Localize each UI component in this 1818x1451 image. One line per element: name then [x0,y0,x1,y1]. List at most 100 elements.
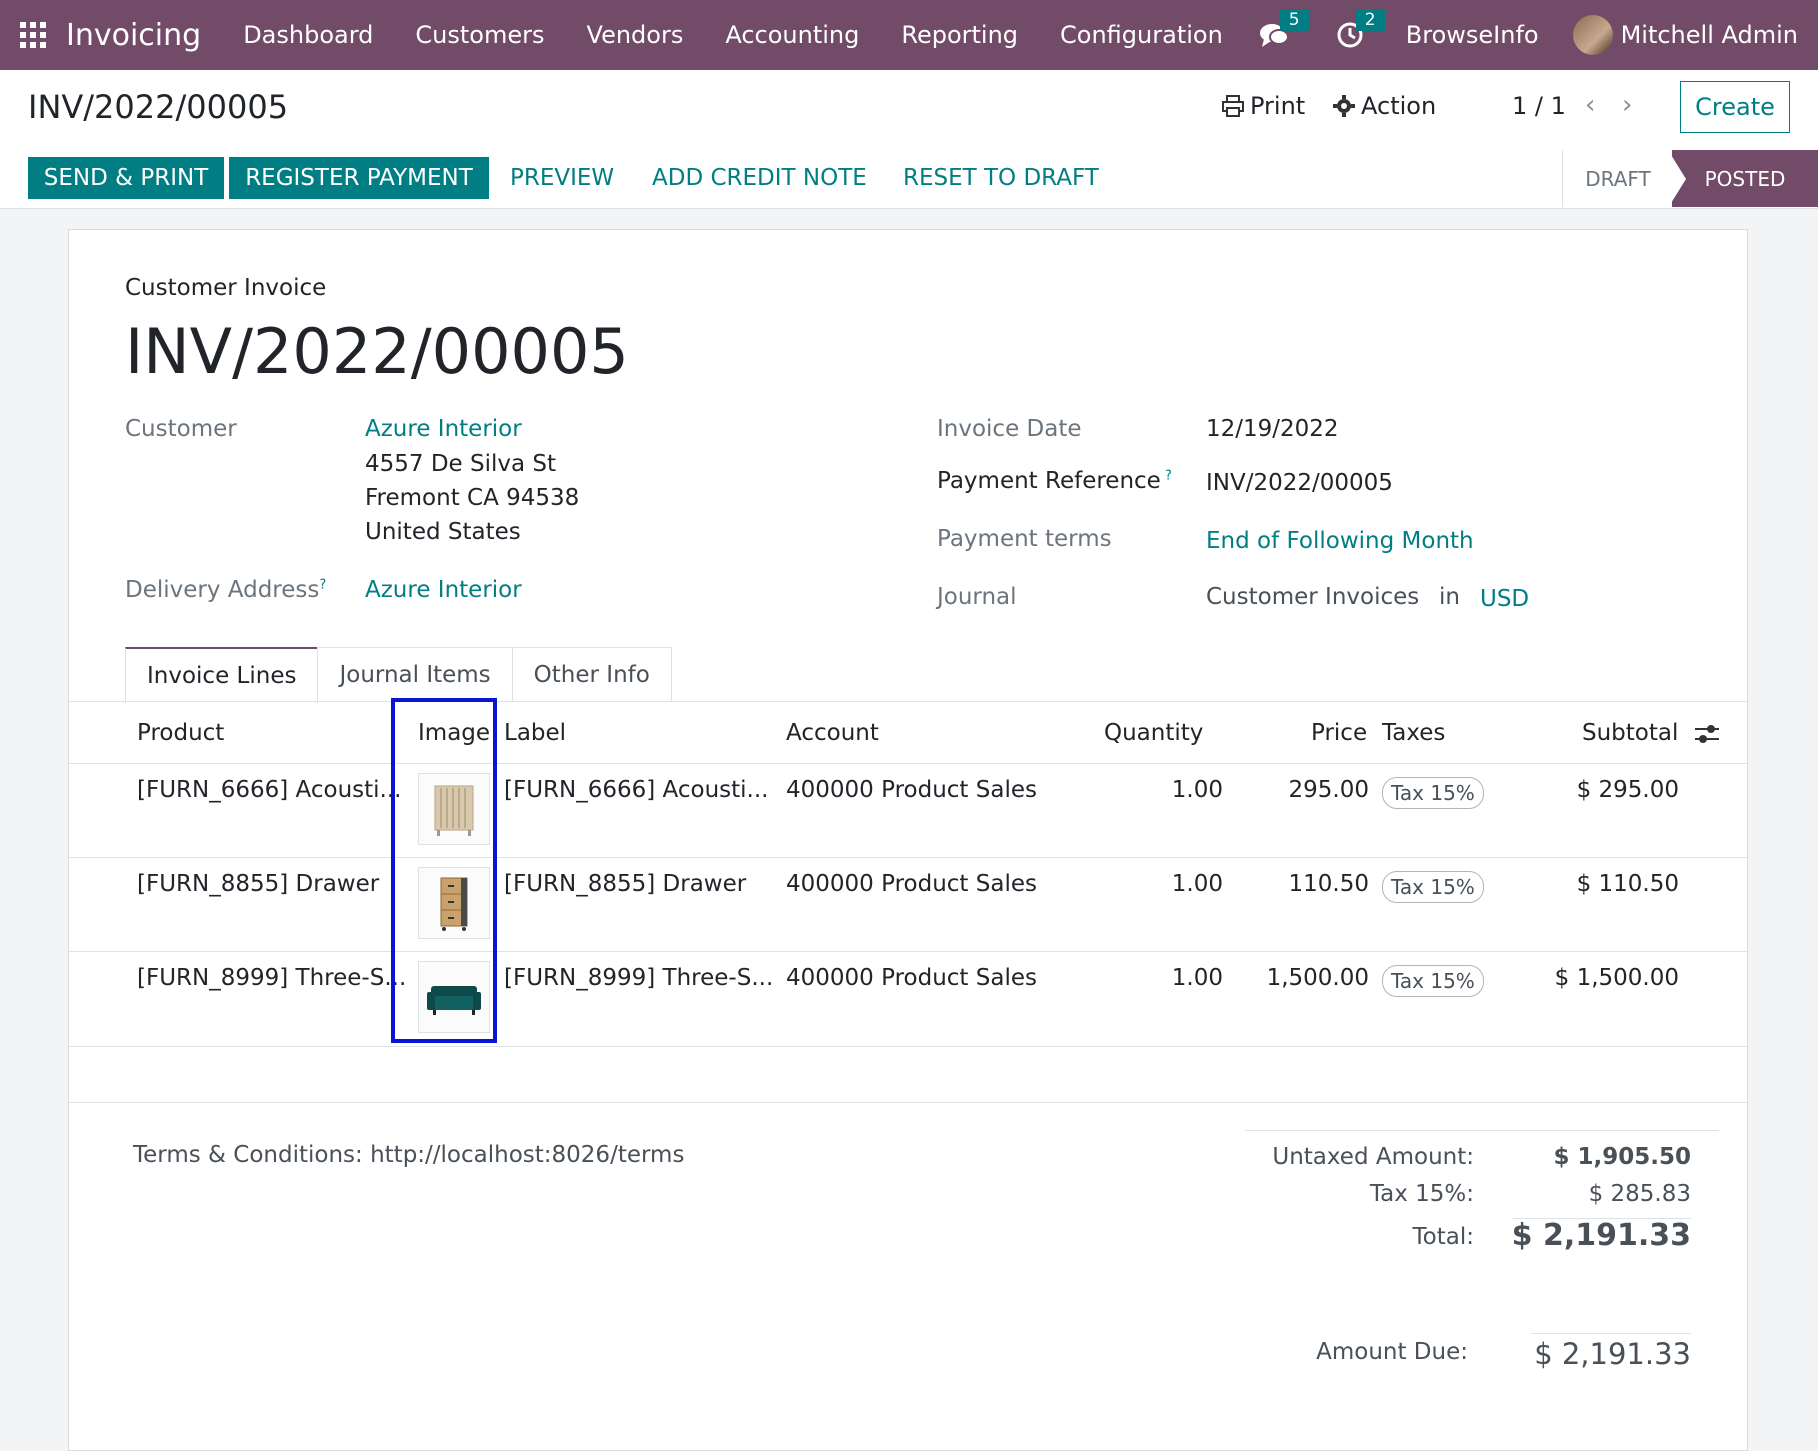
user-menu[interactable]: Mitchell Admin [1621,21,1798,49]
address-line-2: Fremont CA 94538 [365,485,580,511]
messages-button[interactable]: 5 [1254,9,1309,55]
row-3-price[interactable]: 1,500.00 [1249,965,1369,991]
total-value: $ 2,191.33 [1511,1218,1691,1253]
invoice-date-field[interactable]: 12/19/2022 [1206,416,1339,442]
row-3-label[interactable]: [FURN_8999] Three-S... [504,965,773,991]
column-settings-icon[interactable] [1694,722,1720,746]
row-separator [69,857,1747,858]
tax-value: $ 285.83 [1588,1181,1691,1207]
row-1-account[interactable]: 400000 Product Sales [786,777,1037,803]
stage-draft[interactable]: DRAFT [1562,150,1673,207]
amount-due-line [1531,1333,1691,1334]
menu-dashboard[interactable]: Dashboard [243,21,373,49]
row-separator [69,1046,1747,1047]
row-3-quantity[interactable]: 1.00 [1099,965,1223,991]
journal-field[interactable]: Customer Invoices [1206,584,1419,610]
action-button[interactable]: Action [1333,92,1436,120]
row-3-tax-tag[interactable]: Tax 15% [1382,965,1484,997]
column-header-label[interactable]: Label [504,720,566,746]
untaxed-amount-label: Untaxed Amount: [1272,1144,1474,1170]
tab-journal-items[interactable]: Journal Items [317,647,513,702]
column-header-quantity[interactable]: Quantity [1104,720,1203,746]
journal-in-text: in [1439,584,1460,610]
menu-customers[interactable]: Customers [415,21,544,49]
payment-terms-label: Payment terms [937,526,1112,552]
totals-top-line [1245,1130,1719,1131]
tax-label: Tax 15%: [1369,1181,1474,1207]
delivery-address-label: Delivery Address? [125,577,326,603]
messages-badge: 5 [1279,9,1309,31]
action-label: Action [1361,92,1437,120]
payment-terms-field[interactable]: End of Following Month [1206,528,1474,554]
pager-value[interactable]: 1 / 1 [1512,92,1566,120]
create-button[interactable]: Create [1680,81,1790,133]
image-column-highlight [391,698,497,1043]
amount-due-label: Amount Due: [1316,1339,1468,1365]
add-credit-note-button[interactable]: ADD CREDIT NOTE [652,157,867,199]
reset-to-draft-button[interactable]: RESET TO DRAFT [903,157,1099,199]
print-button[interactable]: Print [1222,92,1305,120]
row-1-price[interactable]: 295.00 [1269,777,1369,803]
terms-and-conditions[interactable]: Terms & Conditions: http://localhost:802… [133,1142,684,1168]
stage-separator [1668,150,1686,208]
menu-configuration[interactable]: Configuration [1060,21,1223,49]
row-2-quantity[interactable]: 1.00 [1099,871,1223,897]
payment-reference-label: Payment Reference ? [937,468,1172,494]
column-header-price[interactable]: Price [1311,720,1367,746]
row-separator [69,951,1747,952]
top-navbar: Invoicing Dashboard Customers Vendors Ac… [0,0,1818,70]
row-3-account[interactable]: 400000 Product Sales [786,965,1037,991]
currency-field[interactable]: USD [1480,586,1529,612]
print-icon [1222,95,1244,117]
print-label: Print [1250,92,1306,120]
tab-other-info[interactable]: Other Info [511,647,672,702]
column-header-account[interactable]: Account [786,720,879,746]
column-header-taxes[interactable]: Taxes [1382,720,1445,746]
company-switcher[interactable]: BrowseInfo [1406,21,1539,49]
row-2-product[interactable]: [FURN_8855] Drawer [137,871,379,897]
user-avatar[interactable] [1572,15,1613,55]
total-label: Total: [1412,1224,1474,1250]
column-header-product[interactable]: Product [137,720,224,746]
help-icon[interactable]: ? [1161,468,1172,483]
row-3-product[interactable]: [FURN_8999] Three-S... [137,965,406,991]
control-panel: INV/2022/00005 Print Action 1 / 1 ‹ › Cr… [0,70,1818,151]
delivery-address-label-text: Delivery Address [125,577,320,603]
invoice-form-sheet: Customer Invoice INV/2022/00005 Customer… [68,229,1748,1451]
footer-separator [69,1102,1747,1103]
preview-button[interactable]: PREVIEW [510,157,614,199]
payment-reference-field[interactable]: INV/2022/00005 [1206,470,1393,496]
address-line-1: 4557 De Silva St [365,451,557,477]
row-2-price[interactable]: 110.50 [1269,871,1369,897]
address-line-3: United States [365,519,521,545]
row-1-label[interactable]: [FURN_6666] Acousti... [504,777,769,803]
stage-posted[interactable]: POSTED [1672,150,1818,207]
column-header-subtotal[interactable]: Subtotal [1582,720,1678,746]
customer-label: Customer [125,416,237,442]
menu-accounting[interactable]: Accounting [725,21,859,49]
row-1-quantity[interactable]: 1.00 [1099,777,1223,803]
row-2-account[interactable]: 400000 Product Sales [786,871,1037,897]
register-payment-button[interactable]: REGISTER PAYMENT [229,157,489,199]
customer-field[interactable]: Azure Interior [365,416,522,442]
untaxed-amount-value: $ 1,905.50 [1553,1144,1691,1170]
app-name[interactable]: Invoicing [66,18,201,53]
tab-invoice-lines[interactable]: Invoice Lines [125,647,319,703]
chevron-right-icon[interactable]: › [1622,90,1632,120]
row-1-tax-tag[interactable]: Tax 15% [1382,777,1484,809]
row-1-product[interactable]: [FURN_6666] Acousti... [137,777,402,803]
chevron-left-icon[interactable]: ‹ [1585,90,1595,120]
row-2-tax-tag[interactable]: Tax 15% [1382,871,1484,903]
tab-divider [69,701,1747,702]
send-print-button[interactable]: SEND & PRINT [28,157,224,199]
help-icon[interactable]: ? [319,577,326,592]
menu-vendors[interactable]: Vendors [587,21,684,49]
row-3-subtotal: $ 1,500.00 [1554,965,1679,991]
row-2-subtotal: $ 110.50 [1576,871,1679,897]
row-2-label[interactable]: [FURN_8855] Drawer [504,871,746,897]
breadcrumb: INV/2022/00005 [28,88,289,126]
delivery-address-field[interactable]: Azure Interior [365,577,522,603]
menu-reporting[interactable]: Reporting [901,21,1018,49]
activities-button[interactable]: 2 [1330,9,1385,55]
apps-menu-icon[interactable] [20,22,46,48]
